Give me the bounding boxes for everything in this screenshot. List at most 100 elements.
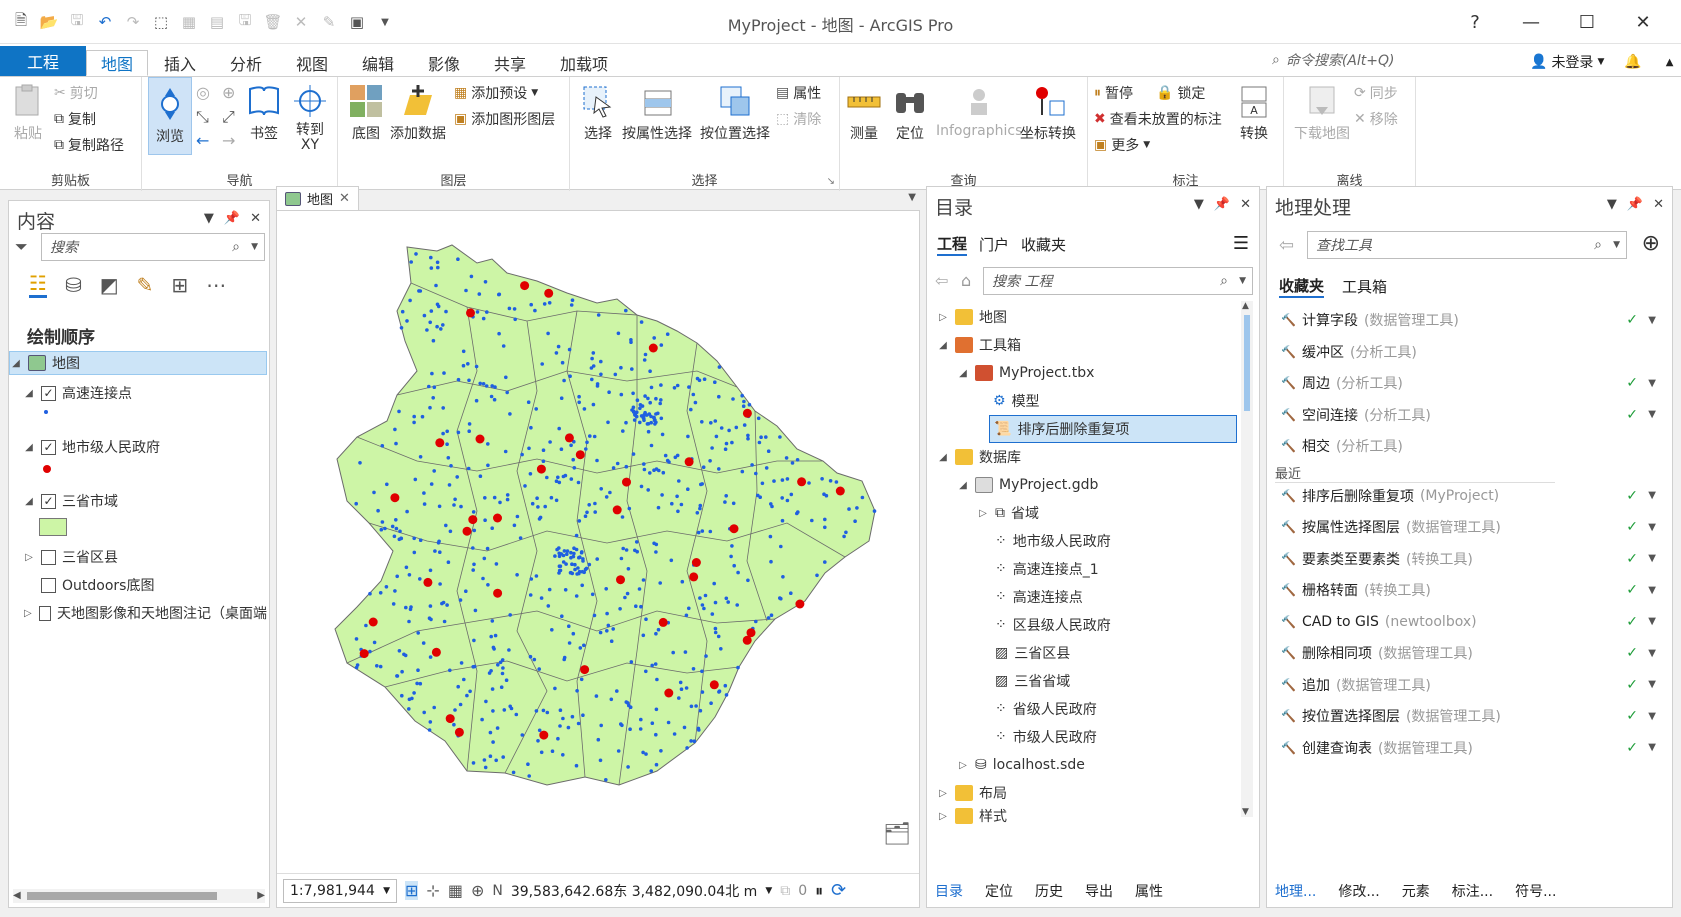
tab-modify-bottom[interactable]: 修改... <box>1338 881 1379 901</box>
recent-tool-item[interactable]: 🔨 栅格转面 (转换工具) ✓ ▼ <box>1281 577 1658 603</box>
pane-menu-icon[interactable]: ▼ <box>1194 197 1204 212</box>
pin-icon[interactable]: 📌 <box>224 211 240 226</box>
tab-analysis[interactable]: 分析 <box>216 50 276 76</box>
list-by-drawing-order-icon[interactable]: ☷ <box>29 271 47 298</box>
select-button[interactable]: 选择 <box>580 83 616 143</box>
tab-map[interactable]: 地图 <box>86 50 149 76</box>
list-by-editing-icon[interactable]: ✎ <box>137 273 154 297</box>
layer-map[interactable]: ◢ 地图 <box>9 351 267 375</box>
chevron-down-icon[interactable]: ▼ <box>1648 742 1656 753</box>
collapse-icon[interactable]: ◢ <box>10 358 22 369</box>
vertical-scrollbar[interactable]: ▲ ▼ <box>1241 301 1253 817</box>
refresh-icon[interactable]: ⟳ <box>831 880 846 901</box>
layer-three-province-cities[interactable]: ◢ ✓ 三省市域 <box>23 489 118 513</box>
close-pane-icon[interactable]: ✕ <box>1653 197 1664 212</box>
layer-three-province-counties[interactable]: ▷ 三省区县 <box>23 545 118 569</box>
tab-project[interactable]: 工程 <box>0 46 86 76</box>
attributes-button[interactable]: ▤ 属性 <box>776 81 821 105</box>
catalog-item-maps[interactable]: ▷ 地图 <box>937 305 1007 329</box>
catalog-item-province-government[interactable]: ⁘ 省级人民政府 <box>995 697 1097 721</box>
sync-button[interactable]: ⟳ 同步 <box>1354 81 1398 105</box>
recent-tool-item[interactable]: 🔨 排序后删除重复项 (MyProject) ✓ ▼ <box>1281 483 1658 509</box>
ribbon-collapse-icon[interactable]: ▲ <box>1666 57 1674 68</box>
favorite-tool-item[interactable]: 🔨 空间连接 (分析工具) ✓ ▼ <box>1281 402 1658 428</box>
close-pane-icon[interactable]: ✕ <box>250 211 261 226</box>
scale-selector[interactable]: 1:7,981,944 ▼ <box>283 878 397 903</box>
notification-icon[interactable]: 🔔 <box>1624 54 1641 70</box>
favorite-tool-item[interactable]: 🔨 计算字段 (数据管理工具) ✓ ▼ <box>1281 307 1658 333</box>
filter-icon[interactable]: ⏷ <box>15 237 28 257</box>
tab-catalog-project[interactable]: 工程 <box>937 233 968 256</box>
download-map-button[interactable]: 下载地图 <box>1294 83 1350 143</box>
select-by-location-button[interactable]: 按位置选择 <box>700 83 770 143</box>
tab-insert[interactable]: 插入 <box>150 50 210 76</box>
recent-tool-item[interactable]: 🔨 删除相同项 (数据管理工具) ✓ ▼ <box>1281 640 1658 666</box>
catalog-item-myproject-gdb[interactable]: ◢ MyProject.gdb <box>957 473 1098 497</box>
tab-catalog-bottom[interactable]: 目录 <box>935 881 963 901</box>
catalog-item-three-province-provinces[interactable]: ▨ 三省省域 <box>995 669 1070 693</box>
table-grid-icon[interactable]: ▦ <box>448 881 463 900</box>
pane-menu-icon[interactable]: ▼ <box>204 211 214 226</box>
map-notes-icon[interactable]: 🗂 <box>883 822 911 847</box>
recent-tool-item[interactable]: 🔨 要素类至要素类 (转换工具) ✓ ▼ <box>1281 546 1658 572</box>
tab-labeling-bottom[interactable]: 标注... <box>1452 881 1493 901</box>
catalog-search-input[interactable]: 搜索 工程 ⌕ ▼ <box>983 267 1253 295</box>
minimize-button[interactable]: — <box>1503 8 1559 36</box>
map-canvas[interactable] <box>277 211 919 811</box>
previous-extent-icon[interactable]: ⊕ <box>222 83 235 102</box>
clear-selection-button[interactable]: ⬚ 清除 <box>776 107 821 131</box>
catalog-item-layouts[interactable]: ▷ 布局 <box>937 781 1007 805</box>
add-icon[interactable]: ⊕ <box>1642 231 1660 256</box>
bookmarks-button[interactable]: 书签 <box>246 83 282 143</box>
layer-visibility-checkbox[interactable] <box>38 605 51 621</box>
recent-tool-item[interactable]: 🔨 按位置选择图层 (数据管理工具) ✓ ▼ <box>1281 703 1658 729</box>
chevron-down-icon[interactable]: ▼ <box>1648 522 1656 533</box>
map-view[interactable]: 🗂 1:7,981,944 ▼ ⊞ ⊹ ▦ ⊕ N 39,583,642.68东 … <box>276 210 920 908</box>
tab-edit[interactable]: 编辑 <box>348 50 408 76</box>
layer-visibility-checkbox[interactable]: ✓ <box>41 439 56 455</box>
layer-visibility-checkbox[interactable] <box>41 549 56 565</box>
tab-export-bottom[interactable]: 导出 <box>1085 881 1113 901</box>
back-icon[interactable]: ⇦ <box>1279 235 1294 256</box>
find-tools-input[interactable]: 查找工具 ⌕ ▼ <box>1307 231 1627 259</box>
catalog-item-sort-delete-duplicates[interactable]: 📜 排序后删除重复项 <box>989 415 1237 443</box>
chevron-down-icon[interactable]: ▼ <box>1648 616 1656 627</box>
coordinate-conversion-button[interactable]: 坐标转换 <box>1020 83 1076 143</box>
tab-geoprocessing-bottom[interactable]: 地理... <box>1275 881 1316 901</box>
pause-labels-button[interactable]: ⏸ 暂停 <box>1094 81 1133 105</box>
recent-tool-item[interactable]: 🔨 追加 (数据管理工具) ✓ ▼ <box>1281 672 1658 698</box>
copy-path-button[interactable]: ⧉ 复制路径 <box>54 133 124 157</box>
lock-labels-button[interactable]: 🔒 锁定 <box>1156 81 1205 105</box>
back-arrow-icon[interactable]: ← <box>196 131 209 150</box>
favorite-tool-item[interactable]: 🔨 周边 (分析工具) ✓ ▼ <box>1281 370 1658 396</box>
tab-share[interactable]: 共享 <box>480 50 540 76</box>
catalog-item-model[interactable]: ⚙ 模型 <box>993 389 1040 413</box>
add-graphics-layer-button[interactable]: ▣ 添加图形图层 <box>454 107 555 131</box>
favorite-tool-item[interactable]: 🔨 缓冲区 (分析工具) <box>1281 339 1658 365</box>
locate-button[interactable]: 定位 <box>892 83 928 143</box>
more-options-icon[interactable]: ⋯ <box>206 273 226 297</box>
convert-labels-button[interactable]: A 转换 <box>1236 83 1272 143</box>
chevron-down-icon[interactable]: ▼ <box>1648 711 1656 722</box>
horizontal-scrollbar[interactable]: ◀ ▶ <box>13 889 265 903</box>
tab-addin[interactable]: 加载项 <box>546 50 622 76</box>
contents-search-input[interactable]: 搜索 ⌕ ▼ <box>41 233 265 261</box>
tab-map-view[interactable]: 地图 ✕ <box>276 186 359 210</box>
expand-icon[interactable]: ▷ <box>23 552 35 563</box>
catalog-item-highway-points[interactable]: ⁘ 高速连接点 <box>995 585 1083 609</box>
close-pane-icon[interactable]: ✕ <box>1240 197 1251 212</box>
maximize-button[interactable]: ☐ <box>1559 8 1615 36</box>
back-icon[interactable]: ⇦ <box>935 271 948 290</box>
chevron-down-icon[interactable]: ▼ <box>1648 585 1656 596</box>
close-button[interactable]: ✕ <box>1615 8 1671 36</box>
chevron-down-icon[interactable]: ▼ <box>1648 553 1656 564</box>
forward-arrow-icon[interactable]: → <box>222 131 235 150</box>
pane-menu-icon[interactable]: ▼ <box>1607 197 1617 212</box>
tab-menu-icon[interactable]: ▼ <box>908 192 916 203</box>
expand-icon[interactable]: ▷ <box>23 608 33 619</box>
view-unplaced-button[interactable]: ✖ 查看未放置的标注 <box>1094 107 1222 131</box>
remove-button[interactable]: ✕ 移除 <box>1354 107 1398 131</box>
chevron-down-icon[interactable]: ▼ <box>1648 378 1656 389</box>
recent-tool-item[interactable]: 🔨 按属性选择图层 (数据管理工具) ✓ ▼ <box>1281 514 1658 540</box>
layer-highway-points[interactable]: ◢ ✓ 高速连接点 <box>23 381 132 405</box>
